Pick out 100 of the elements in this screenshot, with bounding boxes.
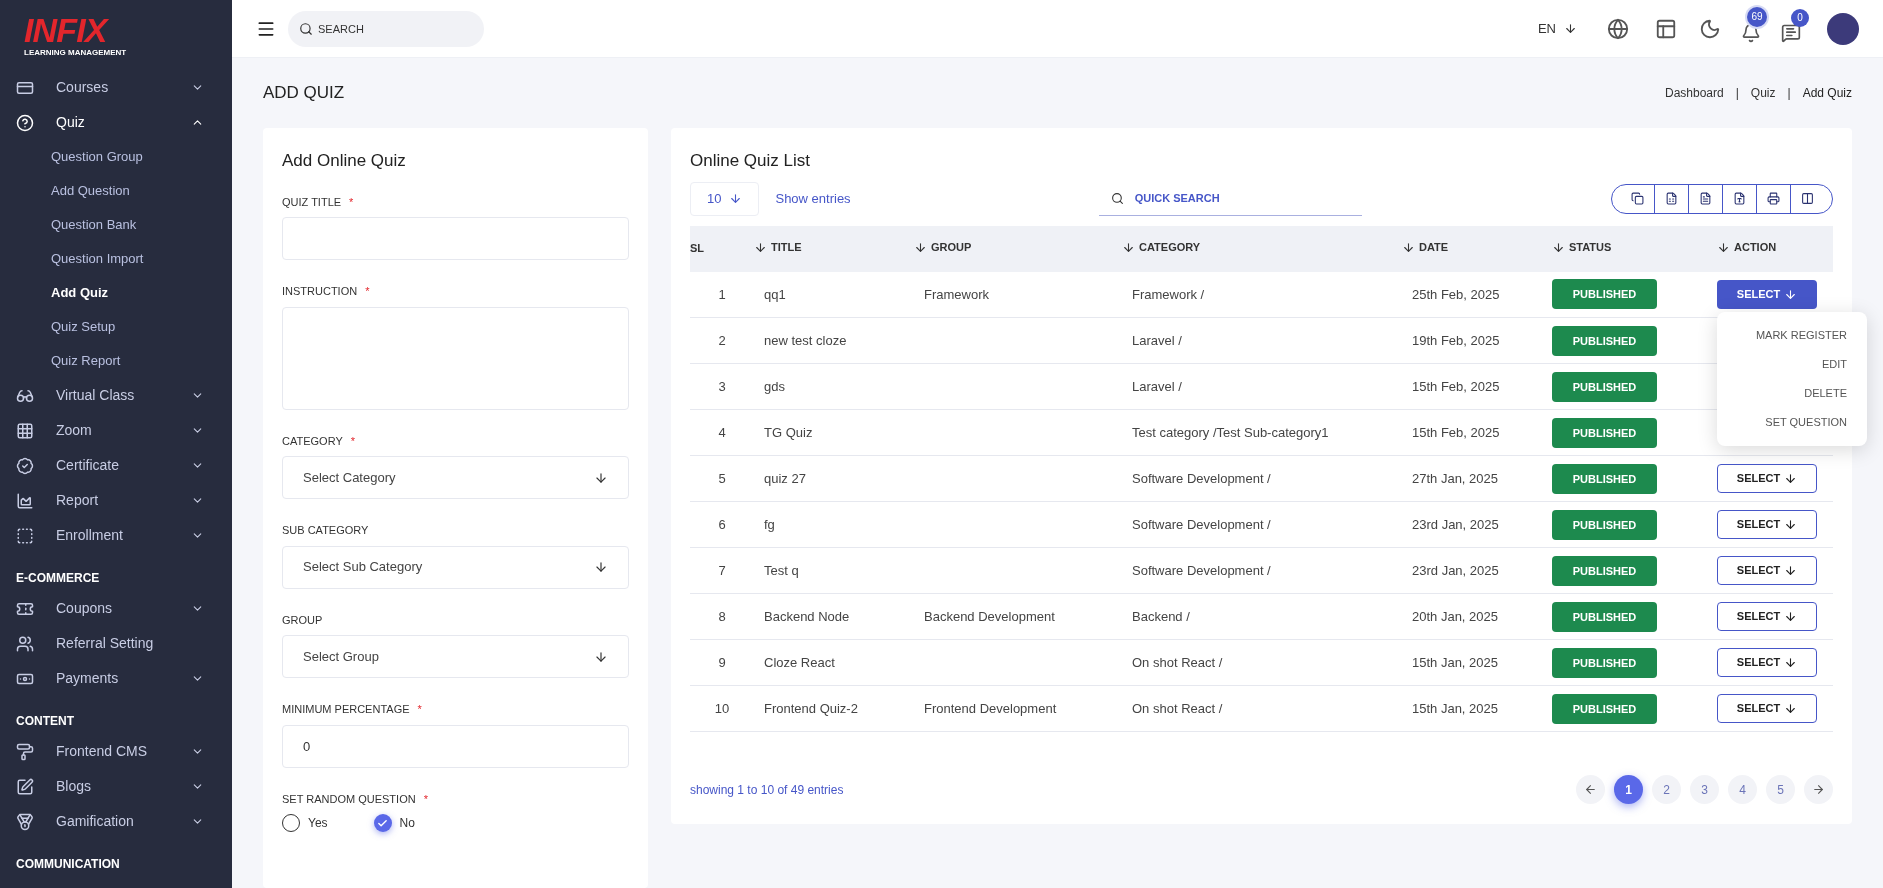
arrow-down-icon: [1784, 656, 1798, 669]
column-header[interactable]: DATE: [1402, 238, 1449, 256]
column-header[interactable]: CATEGORY: [1122, 238, 1201, 256]
table-cell: 4: [718, 424, 726, 440]
arrow-down-icon: [729, 192, 743, 205]
page-button[interactable]: 4: [1728, 775, 1757, 804]
sidebar-item[interactable]: Gamification: [12, 804, 220, 839]
sidebar-subitem[interactable]: Question Import: [12, 242, 220, 276]
globe-icon[interactable]: [1607, 17, 1629, 40]
previous-page-button[interactable]: [1576, 775, 1605, 804]
table-cell: 20th Jan, 2025: [1412, 608, 1499, 624]
required-mark: *: [417, 702, 422, 717]
column-header[interactable]: ACTION: [1717, 238, 1777, 256]
column-header[interactable]: TITLE: [754, 238, 802, 256]
select-field[interactable]: Select Sub Category: [282, 545, 629, 589]
sidebar-subitem[interactable]: Add Question: [12, 174, 220, 208]
select-button[interactable]: SELECT: [1717, 602, 1817, 631]
sidebar-item[interactable]: Certificate: [12, 448, 220, 483]
sidebar-item[interactable]: Report: [12, 483, 220, 518]
sidebar-item[interactable]: Frontend CMS: [12, 734, 220, 769]
sort-arrow-icon: [1402, 240, 1415, 254]
show-entries-label: Show entries: [775, 189, 851, 208]
table-cell: 7: [718, 562, 726, 578]
table-cell: quiz 27: [764, 470, 806, 486]
page-size-select[interactable]: 10: [690, 181, 760, 216]
table-cell: Test category /Test Sub-category1: [1132, 424, 1329, 440]
bell-icon[interactable]: [1741, 22, 1761, 43]
sidebar-item[interactable]: Virtual Class: [12, 378, 220, 413]
table-cell: Frontend Development: [924, 700, 1057, 716]
status-badge: PUBLISHED: [1552, 555, 1657, 586]
menu-item[interactable]: DELETE: [1804, 378, 1847, 408]
search-field[interactable]: SEARCH: [288, 10, 484, 47]
page-button[interactable]: 2: [1652, 775, 1681, 804]
copy-icon[interactable]: [1630, 192, 1644, 205]
avatar[interactable]: [1827, 12, 1859, 45]
arrow-down-icon: [594, 649, 608, 664]
breadcrumb-link[interactable]: Quiz: [1750, 84, 1776, 102]
breadcrumb-link[interactable]: Dashboard: [1665, 84, 1724, 102]
message-icon[interactable]: [1781, 22, 1801, 43]
language-selector[interactable]: EN: [1537, 18, 1577, 39]
table-cell: Cloze React: [764, 654, 835, 670]
sidebar-item[interactable]: Payments: [12, 661, 220, 696]
sidebar-item[interactable]: Courses: [12, 70, 220, 105]
status-badge: PUBLISHED: [1552, 693, 1657, 724]
select-button[interactable]: SELECT: [1717, 279, 1817, 309]
sidebar-item[interactable]: Coupons: [12, 591, 220, 626]
layout-icon[interactable]: [1655, 17, 1677, 40]
table-cell: 27th Jan, 2025: [1412, 470, 1499, 486]
status-badge: PUBLISHED: [1552, 417, 1657, 448]
select-button[interactable]: SELECT: [1717, 694, 1817, 723]
moon-icon[interactable]: [1699, 17, 1721, 40]
table-cell: 3: [718, 378, 726, 394]
menu-item[interactable]: MARK REGISTER: [1755, 320, 1847, 350]
table-cell: 8: [718, 608, 726, 624]
sidebar-subitem[interactable]: Question Group: [12, 140, 220, 174]
radio-button[interactable]: [373, 814, 392, 832]
sidebar-item[interactable]: Quiz: [12, 105, 220, 140]
column-header[interactable]: SL: [690, 240, 705, 257]
sidebar-subitem[interactable]: Quiz Report: [12, 344, 220, 378]
status-badge: PUBLISHED: [1552, 601, 1657, 632]
sidebar-subitem[interactable]: Add Quiz: [12, 276, 220, 310]
section-heading: E-COMMERCE: [15, 570, 101, 587]
sidebar-subitem[interactable]: Question Bank: [12, 208, 220, 242]
input-field[interactable]: 0: [282, 724, 629, 768]
sidebar-item[interactable]: Zoom: [12, 413, 220, 448]
spreadsheet-icon[interactable]: [1665, 192, 1678, 205]
sidebar-item[interactable]: Blogs: [12, 769, 220, 804]
next-page-button[interactable]: [1804, 775, 1833, 804]
select-field[interactable]: Select Group: [282, 635, 629, 678]
menu-item[interactable]: EDIT: [1821, 349, 1847, 379]
field-label: INSTRUCTION: [282, 284, 358, 299]
input-field[interactable]: [282, 217, 629, 260]
square-icon: [16, 526, 34, 545]
document-icon[interactable]: [1699, 192, 1712, 205]
arrow-down-icon: [1784, 610, 1798, 623]
table-cell: Laravel /: [1132, 332, 1182, 348]
quick-search-field[interactable]: QUICK SEARCH: [1098, 181, 1362, 216]
sort-arrow-icon: [1552, 240, 1565, 254]
select-button[interactable]: SELECT: [1717, 464, 1817, 493]
file-icon[interactable]: [1733, 192, 1746, 205]
sidebar-subitem[interactable]: Quiz Setup: [12, 310, 220, 344]
columns-icon[interactable]: [1801, 192, 1814, 205]
sidebar-item[interactable]: Referral Setting: [12, 626, 220, 661]
table-cell: 10: [714, 700, 730, 716]
page-button[interactable]: 5: [1766, 775, 1795, 804]
page-button[interactable]: 1: [1614, 775, 1643, 804]
table-cell: new test cloze: [764, 332, 847, 348]
column-header[interactable]: GROUP: [914, 238, 972, 256]
page-button[interactable]: 3: [1690, 775, 1719, 804]
field-label: SUB CATEGORY: [282, 523, 369, 538]
print-icon[interactable]: [1767, 192, 1780, 205]
select-field[interactable]: Select Category: [282, 456, 629, 499]
select-button[interactable]: SELECT: [1717, 510, 1817, 539]
logo-subtitle: LEARNING MANAGEMENT: [24, 48, 128, 58]
menu-item[interactable]: SET QUESTION: [1765, 407, 1847, 437]
column-header[interactable]: STATUS: [1552, 238, 1612, 256]
sidebar-item[interactable]: Enrollment: [12, 518, 220, 553]
select-button[interactable]: SELECT: [1717, 648, 1817, 677]
select-button[interactable]: SELECT: [1717, 556, 1817, 585]
arrow-down-icon: [1784, 518, 1798, 531]
